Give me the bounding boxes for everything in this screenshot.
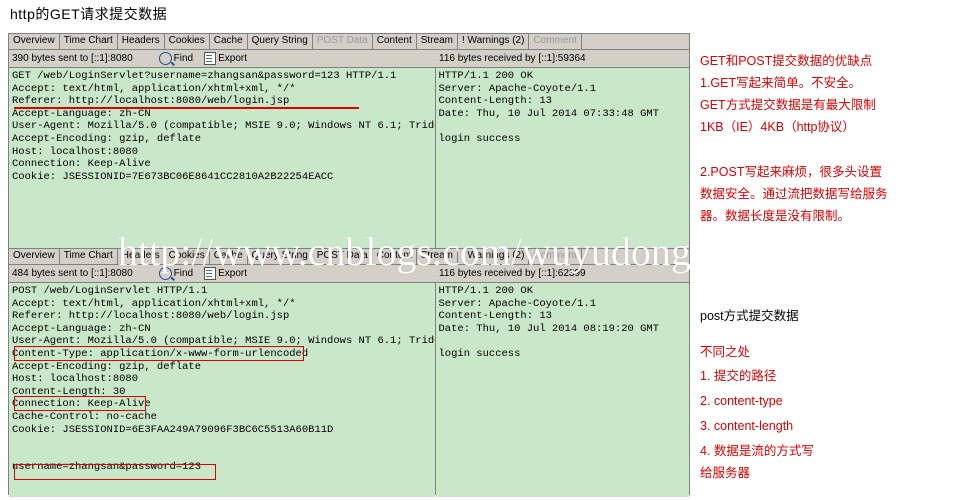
note-diff-3: 3. content-length bbox=[700, 419, 794, 433]
tab-overview[interactable]: Overview bbox=[9, 34, 60, 49]
get-bytes-received: 116 bytes received by [::1]:59364 bbox=[439, 53, 586, 64]
tab-time-chart[interactable]: Time Chart bbox=[59, 34, 118, 49]
tab-cookies[interactable]: Cookies bbox=[164, 34, 210, 49]
find-label: Find bbox=[173, 53, 194, 64]
note-post-line1: 2.POST写起来麻烦，很多头设置 bbox=[700, 165, 882, 179]
note-diff-4: 4. 数据是流的方式写 bbox=[700, 444, 814, 458]
screenshot-root: http的GET请求提交数据 Overview Time Chart Heade… bbox=[0, 0, 979, 500]
fiddler-get-panel: Overview Time Chart Headers Cookies Cach… bbox=[8, 33, 690, 262]
get-tabbar[interactable]: Overview Time Chart Headers Cookies Cach… bbox=[9, 34, 689, 50]
export-icon bbox=[204, 52, 217, 65]
note-diff-title: 不同之处 bbox=[700, 345, 751, 359]
tab-headers[interactable]: Headers bbox=[117, 34, 165, 49]
note-diff-2: 2. content-type bbox=[700, 394, 783, 408]
find-button[interactable]: Find bbox=[158, 52, 194, 65]
get-bytes-sent: 390 bytes sent to [::1]:8080 bbox=[12, 53, 133, 64]
note-diff-5: 给服务器 bbox=[700, 466, 751, 480]
tab-stream[interactable]: Stream bbox=[416, 34, 458, 49]
page-title: http的GET请求提交数据 bbox=[10, 6, 168, 22]
get-url-underline bbox=[14, 107, 359, 109]
tab-overview[interactable]: Overview bbox=[9, 249, 60, 264]
fiddler-post-panel: Overview Time Chart Headers Cookies Cach… bbox=[8, 248, 690, 497]
export-button[interactable]: Export bbox=[204, 52, 247, 65]
tab-content[interactable]: Content bbox=[372, 34, 417, 49]
note-diff-1: 1. 提交的路径 bbox=[700, 369, 777, 383]
note-post-line3: 器。数据长度是没有限制。 bbox=[700, 209, 851, 223]
note-get-line3: 1KB（IE）4KB（http协议） bbox=[700, 120, 855, 134]
tab-post-data[interactable]: POST Data bbox=[312, 34, 373, 49]
watermark-text: http://www.cnblogs.com/wuyudong bbox=[118, 229, 691, 274]
content-length-highlight bbox=[14, 396, 146, 411]
note-get-line1: 1.GET写起来简单。不安全。 bbox=[700, 76, 862, 90]
export-label: Export bbox=[218, 53, 247, 64]
tab-warnings[interactable]: ! Warnings (2) bbox=[458, 34, 530, 49]
note-get-title: GET和POST提交数据的优缺点 bbox=[700, 54, 873, 68]
post-bytes-sent: 484 bytes sent to [::1]:8080 bbox=[12, 268, 133, 279]
tab-query-string[interactable]: Query String bbox=[247, 34, 313, 49]
search-icon bbox=[158, 52, 172, 65]
post-response-text: HTTP/1.1 200 OK Server: Apache-Coyote/1.… bbox=[435, 283, 690, 497]
get-toolbar: Find Export bbox=[158, 52, 247, 65]
note-post-line2: 数据安全。通过流把数据写给服务 bbox=[700, 187, 888, 201]
tab-cache[interactable]: Cache bbox=[209, 34, 248, 49]
tab-time-chart[interactable]: Time Chart bbox=[59, 249, 118, 264]
note-post-heading: post方式提交数据 bbox=[700, 309, 799, 323]
get-subbar: 390 bytes sent to [::1]:8080 Find Export… bbox=[9, 50, 689, 68]
note-get-line2: GET方式提交数据是有最大限制 bbox=[700, 98, 876, 112]
tab-comment[interactable]: Comment bbox=[529, 34, 582, 49]
content-type-highlight bbox=[14, 346, 304, 361]
post-body-highlight bbox=[14, 464, 216, 480]
